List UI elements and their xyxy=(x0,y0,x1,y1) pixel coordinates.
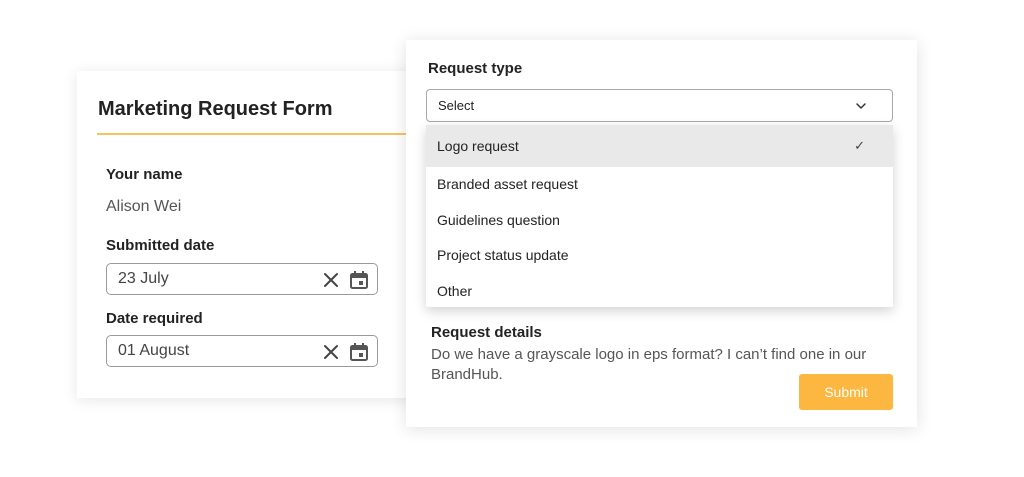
option-label: Logo request xyxy=(437,138,519,154)
option-label: Branded asset request xyxy=(437,176,578,192)
option-label: Project status update xyxy=(437,247,569,264)
date-required-label: Date required xyxy=(106,310,203,327)
your-name-value: Alison Wei xyxy=(106,198,182,215)
close-icon[interactable] xyxy=(323,272,339,288)
submit-button[interactable]: Submit xyxy=(799,374,893,410)
request-type-label: Request type xyxy=(428,60,523,77)
submitted-date-label: Submitted date xyxy=(106,237,215,254)
option-label: Guidelines question xyxy=(437,211,560,228)
calendar-icon[interactable] xyxy=(349,342,369,362)
date-required-field[interactable]: 01 August xyxy=(106,335,378,367)
form-title: Marketing Request Form xyxy=(98,98,333,120)
title-underline xyxy=(97,133,419,135)
request-type-card: Request type Select Logo request ✓ Brand… xyxy=(406,40,917,427)
submitted-date-value: 23 July xyxy=(118,270,169,287)
option-project-status-update[interactable]: Project status update xyxy=(426,238,893,274)
date-required-value: 01 August xyxy=(118,342,190,359)
your-name-label: Your name xyxy=(106,166,183,183)
option-branded-asset-request[interactable]: Branded asset request xyxy=(426,167,893,203)
request-type-select[interactable]: Select xyxy=(426,89,893,122)
chevron-down-icon xyxy=(856,103,866,109)
marketing-request-card: Marketing Request Form Your name Alison … xyxy=(77,71,419,398)
request-type-select-value: Select xyxy=(438,98,475,113)
check-icon: ✓ xyxy=(854,138,865,153)
request-details-label: Request details xyxy=(431,324,542,341)
option-other[interactable]: Other xyxy=(426,274,893,310)
option-logo-request[interactable]: Logo request ✓ xyxy=(426,125,893,167)
request-type-options: Logo request ✓ Branded asset request Gui… xyxy=(426,125,893,307)
option-guidelines-question[interactable]: Guidelines question xyxy=(426,203,893,239)
close-icon[interactable] xyxy=(323,344,339,360)
submitted-date-field[interactable]: 23 July xyxy=(106,263,378,295)
stage: Marketing Request Form Your name Alison … xyxy=(0,0,1024,477)
calendar-icon[interactable] xyxy=(349,270,369,290)
option-label: Other xyxy=(437,282,473,299)
